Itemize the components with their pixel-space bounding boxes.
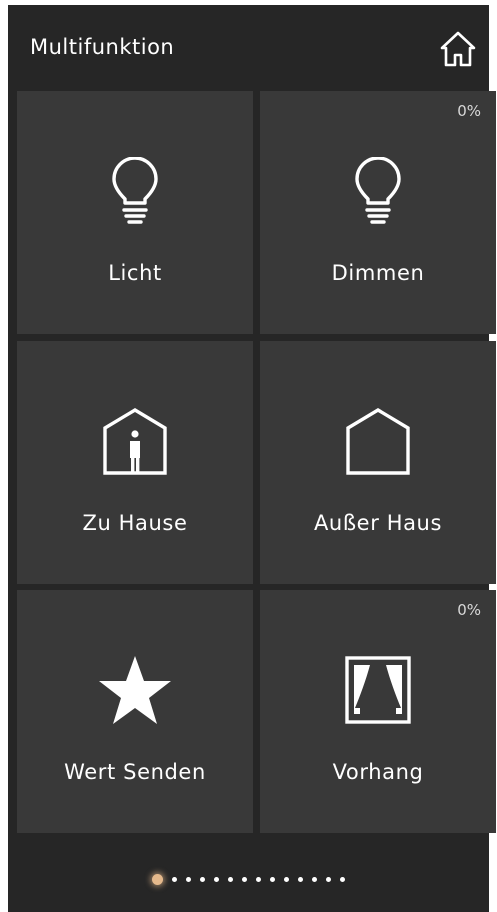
tile-label: Licht <box>108 261 162 285</box>
page-dot[interactable] <box>200 876 205 882</box>
home-button[interactable] <box>438 27 478 71</box>
tile-label: Wert Senden <box>64 760 206 784</box>
page-dot[interactable] <box>228 876 233 882</box>
page-dot[interactable] <box>186 876 191 882</box>
tile-label: Zu Hause <box>82 511 188 535</box>
page-dot[interactable] <box>242 876 247 882</box>
tile-label: Außer Haus <box>313 511 443 535</box>
page-title: Multifunktion <box>30 35 175 59</box>
page-dot[interactable] <box>326 876 331 882</box>
lightbulb-icon <box>260 151 496 231</box>
page-dot[interactable] <box>270 876 275 882</box>
page-dot[interactable] <box>256 876 261 882</box>
tile-licht[interactable]: Licht <box>17 91 253 334</box>
house-person-icon <box>17 401 253 481</box>
page-dot[interactable] <box>214 876 219 882</box>
curtain-percentage: 0% <box>457 601 481 619</box>
page-dot[interactable] <box>340 876 345 882</box>
home-icon <box>440 31 476 67</box>
page-dot[interactable] <box>298 876 303 882</box>
app-screen: Multifunktion Licht 0% Dimmen Zu Hause A… <box>8 5 496 912</box>
page-indicator <box>8 872 489 886</box>
tile-wert-senden[interactable]: Wert Senden <box>17 590 253 833</box>
page-dot[interactable] <box>284 876 289 882</box>
tile-label: Dimmen <box>331 261 425 285</box>
tile-zu-hause[interactable]: Zu Hause <box>17 341 253 584</box>
tile-ausser-haus[interactable]: Außer Haus <box>260 341 496 584</box>
page-dot-active[interactable] <box>152 873 163 885</box>
curtain-icon <box>260 650 496 730</box>
star-icon <box>17 650 253 730</box>
page-dot[interactable] <box>172 876 177 882</box>
dimmer-percentage: 0% <box>457 102 481 120</box>
header-bar: Multifunktion <box>8 5 489 90</box>
tile-dimmen[interactable]: 0% Dimmen <box>260 91 496 334</box>
lightbulb-icon <box>17 151 253 231</box>
house-empty-icon <box>260 401 496 481</box>
tile-vorhang[interactable]: 0% Vorhang <box>260 590 496 833</box>
tile-label: Vorhang <box>332 760 424 784</box>
page-dot[interactable] <box>312 876 317 882</box>
